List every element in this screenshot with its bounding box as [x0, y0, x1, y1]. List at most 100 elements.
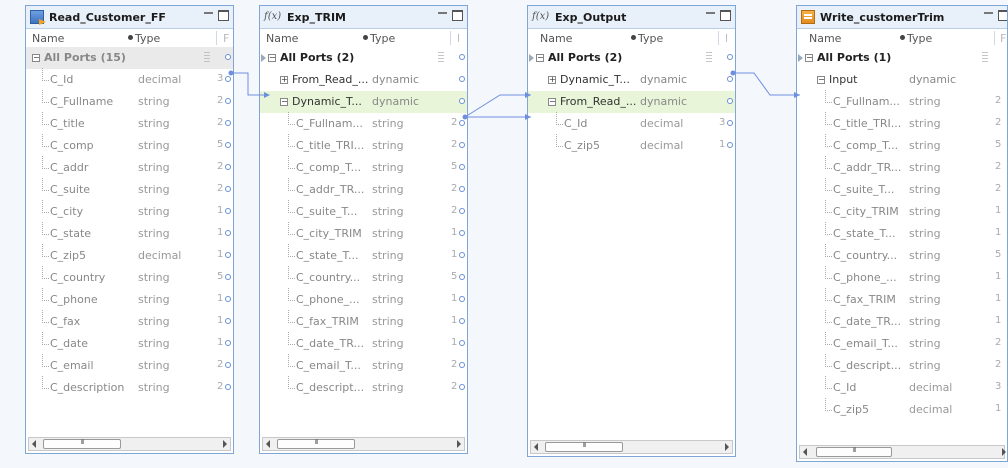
all-ports-row[interactable]: − All Ports (15)	[26, 47, 233, 69]
all-ports-row[interactable]: − All Ports (2)	[528, 47, 735, 69]
minimize-button[interactable]	[204, 12, 213, 14]
output-port-connector[interactable]	[225, 208, 231, 214]
scroll-thumb[interactable]	[816, 447, 892, 457]
port-row[interactable]: C_Id decimal 3	[528, 112, 735, 135]
horizontal-scrollbar[interactable]	[262, 437, 465, 451]
port-row[interactable]: C_title string 2	[26, 112, 233, 135]
panel-titlebar[interactable]: f(x) Exp_TRIM	[260, 6, 467, 29]
output-port-connector[interactable]	[225, 142, 231, 148]
output-port-connector[interactable]	[459, 252, 465, 258]
port-row[interactable]: C_Fullname string 2	[26, 90, 233, 113]
port-row[interactable]: C_city string 1	[26, 200, 233, 223]
output-port-connector[interactable]	[459, 98, 465, 104]
collapse-icon[interactable]: −	[536, 54, 544, 62]
output-port-connector[interactable]	[727, 54, 733, 60]
port-row[interactable]: C_date string 1	[26, 332, 233, 355]
port-row[interactable]: C_phone_... string 1	[260, 288, 467, 311]
panel-titlebar[interactable]: f(x) Exp_Output	[528, 6, 735, 29]
port-row[interactable]: C_title_TRI... string 2	[797, 112, 1007, 135]
transformation-exp-trim[interactable]: f(x) Exp_TRIM Name Type l − All Ports (2)…	[259, 5, 468, 454]
port-row[interactable]: C_phone_... string 1	[797, 266, 1007, 289]
port-row[interactable]: C_zip5 decimal 1	[528, 134, 735, 157]
port-row[interactable]: C_description string 2	[26, 376, 233, 399]
drag-grip-icon[interactable]	[706, 52, 712, 62]
output-port-connector[interactable]	[225, 98, 231, 104]
port-row[interactable]: C_city_TRIM string 1	[260, 222, 467, 245]
port-row[interactable]: C_email_T... string 2	[260, 354, 467, 377]
port-row[interactable]: C_city_TRIM string 1	[797, 200, 1007, 223]
port-row[interactable]: C_title_TRI... string 2	[260, 134, 467, 157]
maximize-button[interactable]	[218, 10, 229, 21]
output-port-connector[interactable]	[225, 54, 231, 60]
collapse-icon[interactable]: −	[805, 54, 813, 62]
collapse-icon[interactable]: −	[817, 76, 825, 84]
port-row[interactable]: C_addr string 2	[26, 156, 233, 179]
output-port-connector[interactable]	[727, 98, 733, 104]
port-row[interactable]: C_zip5 decimal 1	[26, 244, 233, 267]
transformation-exp-output[interactable]: f(x) Exp_Output Name Type l − All Ports (…	[527, 5, 736, 457]
output-port-connector[interactable]	[459, 120, 465, 126]
output-port-connector[interactable]	[459, 362, 465, 368]
panel-titlebar[interactable]: Write_customerTrim	[797, 6, 1007, 29]
column-type-header[interactable]: Type	[135, 32, 160, 45]
column-separator[interactable]	[450, 31, 451, 45]
port-group-row[interactable]: − From_Read_... dynamic	[528, 91, 735, 113]
port-row[interactable]: C_Id decimal 3	[26, 68, 233, 91]
maximize-button[interactable]	[452, 10, 463, 21]
port-row[interactable]: C_suite string 2	[26, 178, 233, 201]
port-row[interactable]: C_Fullnam... string 2	[797, 90, 1007, 113]
port-row[interactable]: C_comp_T... string 5	[797, 134, 1007, 157]
column-separator[interactable]	[994, 31, 995, 45]
output-port-connector[interactable]	[225, 296, 231, 302]
port-group-row[interactable]: − Input dynamic	[797, 69, 1007, 91]
output-port-connector[interactable]	[727, 142, 733, 148]
scroll-left-icon[interactable]	[266, 440, 270, 448]
transformation-write-customertrim[interactable]: Write_customerTrim Name Type F − All Port…	[796, 5, 1008, 462]
horizontal-scrollbar[interactable]	[28, 437, 231, 451]
drag-grip-icon[interactable]	[438, 52, 444, 62]
drag-grip-icon[interactable]	[204, 52, 210, 62]
port-row[interactable]: C_suite_T... string 2	[797, 178, 1007, 201]
output-port-connector[interactable]	[225, 164, 231, 170]
output-port-connector[interactable]	[225, 186, 231, 192]
output-port-connector[interactable]	[459, 318, 465, 324]
port-expand-arrow-icon[interactable]	[529, 54, 534, 62]
horizontal-scrollbar[interactable]	[799, 445, 1006, 459]
collapse-icon[interactable]: −	[280, 98, 288, 106]
output-port-connector[interactable]	[459, 296, 465, 302]
output-port-connector[interactable]	[225, 318, 231, 324]
output-port-connector[interactable]	[459, 340, 465, 346]
transformation-read-customer-ff[interactable]: Read_Customer_FF Name Type F − All Ports …	[25, 5, 234, 454]
port-row[interactable]: C_state_T... string 1	[797, 222, 1007, 245]
column-name-header[interactable]: Name	[540, 32, 572, 45]
port-expand-arrow-icon[interactable]	[261, 54, 266, 62]
all-ports-row[interactable]: − All Ports (2)	[260, 47, 467, 69]
column-type-header[interactable]: Type	[370, 32, 395, 45]
output-port-connector[interactable]	[459, 230, 465, 236]
port-group-row[interactable]: + From_Read_... dynamic	[260, 69, 467, 91]
panel-titlebar[interactable]: Read_Customer_FF	[26, 6, 233, 29]
output-port-connector[interactable]	[225, 76, 231, 82]
minimize-button[interactable]	[706, 12, 715, 14]
output-port-connector[interactable]	[225, 384, 231, 390]
port-row[interactable]: C_fax_TRIM string 1	[260, 310, 467, 333]
output-port-connector[interactable]	[459, 54, 465, 60]
port-row[interactable]: C_descript... string 2	[260, 376, 467, 399]
output-port-connector[interactable]	[225, 230, 231, 236]
output-port-connector[interactable]	[459, 76, 465, 82]
scroll-thumb[interactable]	[277, 439, 355, 449]
port-row[interactable]: C_country string 5	[26, 266, 233, 289]
output-port-connector[interactable]	[459, 274, 465, 280]
scroll-thumb[interactable]	[545, 442, 623, 452]
port-group-row[interactable]: + Dynamic_T... dynamic	[528, 69, 735, 91]
port-row[interactable]: C_date_TR... string 1	[260, 332, 467, 355]
column-name-header[interactable]: Name	[809, 32, 841, 45]
output-port-connector[interactable]	[459, 186, 465, 192]
maximize-button[interactable]	[998, 10, 1007, 21]
port-row[interactable]: C_comp string 5	[26, 134, 233, 157]
minimize-button[interactable]	[984, 12, 993, 14]
scroll-right-icon[interactable]	[725, 443, 729, 451]
port-row[interactable]: C_comp_T... string 5	[260, 156, 467, 179]
expand-icon[interactable]: +	[548, 76, 556, 84]
port-row[interactable]: C_zip5 decimal 1	[797, 398, 1007, 421]
